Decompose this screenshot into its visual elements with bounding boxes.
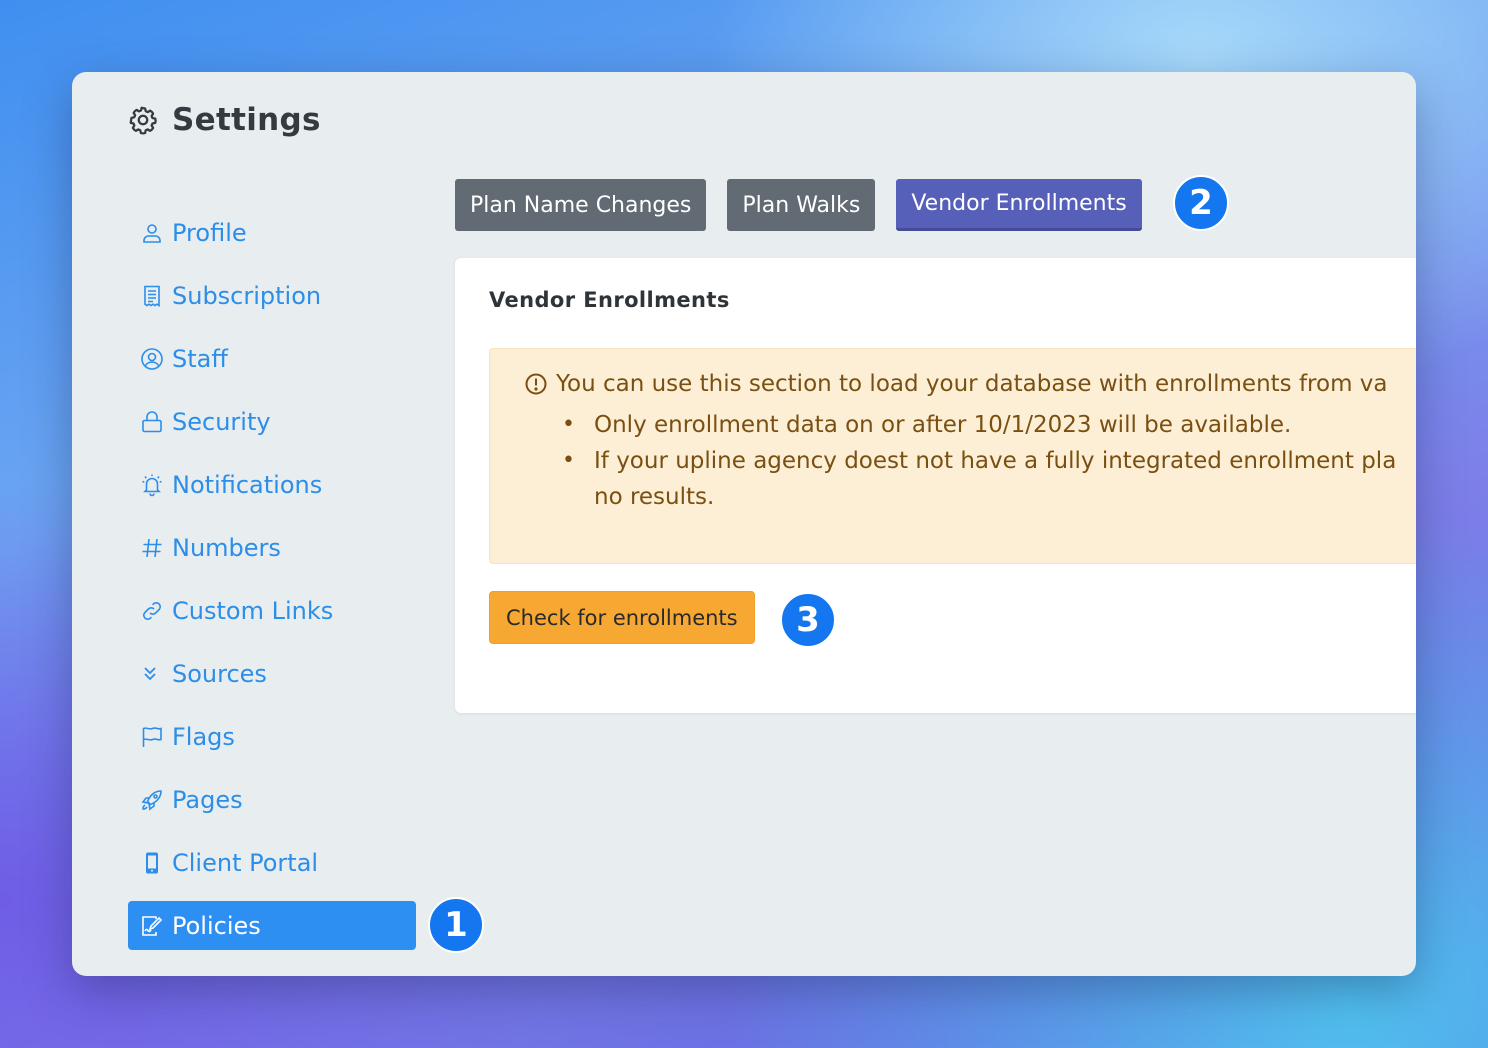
sidebar-item-profile[interactable]: Profile [128,208,428,257]
chevrons-down-icon [140,662,164,686]
list-item-continuation: no results. [594,479,1396,515]
list-item: Only enrollment data on or after 10/1/20… [562,407,1396,443]
sidebar: Profile Subscription Staff Security Noti… [128,208,428,964]
sidebar-item-notifications[interactable]: Notifications [128,460,428,509]
bell-icon [140,473,164,497]
gear-icon [128,105,158,135]
flag-icon [140,725,164,749]
person-icon [140,221,164,245]
alert-list: Only enrollment data on or after 10/1/20… [524,407,1396,515]
info-alert: You can use this section to load your da… [489,348,1416,564]
title-row: Settings [128,102,321,138]
settings-window: Settings Profile Subscription Staff Secu… [72,72,1416,976]
tab-bar: Plan Name Changes Plan Walks Vendor Enro… [455,179,1163,231]
tab-vendor-enrollments[interactable]: Vendor Enrollments [896,179,1142,231]
sidebar-item-staff[interactable]: Staff [128,334,428,383]
sidebar-item-sources[interactable]: Sources [128,649,428,698]
sidebar-item-label: Notifications [172,470,323,499]
file-signature-icon [140,914,164,938]
person-circle-icon [140,347,164,371]
sidebar-item-numbers[interactable]: Numbers [128,523,428,572]
tab-plan-name-changes[interactable]: Plan Name Changes [455,179,707,231]
sidebar-item-label: Sources [172,659,267,688]
sidebar-item-label: Numbers [172,533,281,562]
sidebar-item-policies[interactable]: Policies [128,901,416,950]
sidebar-item-pages[interactable]: Pages [128,775,428,824]
sidebar-item-label: Security [172,407,271,436]
sidebar-item-custom-links[interactable]: Custom Links [128,586,428,635]
step-marker-2: 2 [1173,175,1229,231]
alert-intro-text: You can use this section to load your da… [556,371,1388,397]
hash-icon [140,536,164,560]
rocket-icon [140,788,164,812]
check-enrollments-button[interactable]: Check for enrollments [489,591,755,644]
sidebar-item-label: Client Portal [172,848,319,877]
sidebar-item-flags[interactable]: Flags [128,712,428,761]
list-item: If your upline agency doest not have a f… [562,443,1396,479]
sidebar-item-label: Custom Links [172,596,334,625]
sidebar-item-subscription[interactable]: Subscription [128,271,428,320]
continuation-text: no results. [594,484,715,510]
receipt-icon [140,284,164,308]
card-title: Vendor Enrollments [489,288,730,312]
page-title: Settings [172,102,321,138]
sidebar-item-label: Subscription [172,281,322,310]
step-marker-1: 1 [428,897,484,953]
phone-icon [140,851,164,875]
step-marker-3: 3 [780,592,836,648]
lock-icon [140,410,164,434]
sidebar-item-label: Policies [172,911,261,940]
tab-plan-walks[interactable]: Plan Walks [727,179,876,231]
sidebar-item-label: Profile [172,218,247,247]
sidebar-item-label: Staff [172,344,228,373]
vendor-enrollments-card: Vendor Enrollments You can use this sect… [455,258,1416,713]
sidebar-item-client-portal[interactable]: Client Portal [128,838,428,887]
alert-intro: You can use this section to load your da… [524,371,1388,397]
exclamation-circle-icon [524,372,548,396]
sidebar-item-label: Flags [172,722,235,751]
link-icon [140,599,164,623]
sidebar-item-security[interactable]: Security [128,397,428,446]
sidebar-item-label: Pages [172,785,243,814]
